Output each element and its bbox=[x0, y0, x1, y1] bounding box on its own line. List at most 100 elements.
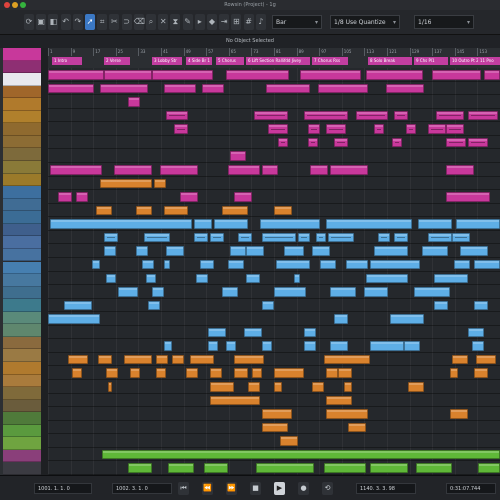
track-header[interactable] bbox=[3, 223, 41, 237]
audio-event[interactable] bbox=[152, 70, 213, 80]
midi-part[interactable] bbox=[446, 137, 466, 148]
marker-event[interactable]: 9 Chs Pl1 bbox=[414, 57, 448, 65]
audio-event[interactable] bbox=[274, 287, 306, 297]
audio-event[interactable] bbox=[348, 422, 366, 433]
midi-part[interactable] bbox=[298, 232, 310, 243]
marker-event[interactable]: 3 Lobby Str bbox=[152, 57, 182, 65]
track-header[interactable] bbox=[3, 324, 41, 337]
track-header[interactable] bbox=[3, 399, 41, 413]
midi-part[interactable] bbox=[452, 232, 470, 243]
midi-part[interactable] bbox=[394, 232, 408, 243]
track-header[interactable] bbox=[3, 349, 41, 362]
midi-part[interactable] bbox=[268, 124, 288, 134]
audio-event[interactable] bbox=[230, 246, 246, 256]
audio-event[interactable] bbox=[210, 395, 260, 406]
rewind-button[interactable]: ⏪ bbox=[202, 482, 213, 495]
track-header[interactable] bbox=[3, 148, 41, 162]
audio-event[interactable] bbox=[262, 422, 288, 433]
audio-event[interactable] bbox=[478, 463, 500, 473]
track-header[interactable] bbox=[3, 424, 41, 438]
track-header[interactable] bbox=[3, 161, 41, 174]
audio-event[interactable] bbox=[446, 164, 474, 175]
play-button[interactable]: ▶ bbox=[274, 482, 285, 495]
audio-event[interactable] bbox=[456, 219, 500, 229]
midi-part[interactable] bbox=[328, 232, 354, 243]
midi-part[interactable] bbox=[394, 110, 408, 121]
track-header[interactable] bbox=[3, 85, 41, 99]
track-header[interactable] bbox=[3, 274, 41, 287]
audio-event[interactable] bbox=[234, 354, 264, 365]
audio-event[interactable] bbox=[370, 341, 404, 351]
object-select-tool[interactable]: ➚ bbox=[85, 14, 95, 30]
audio-event[interactable] bbox=[476, 354, 496, 365]
midi-part[interactable] bbox=[428, 124, 446, 134]
track-header[interactable] bbox=[3, 60, 41, 74]
audio-event[interactable] bbox=[164, 205, 188, 216]
audio-event[interactable] bbox=[370, 463, 408, 473]
audio-event[interactable] bbox=[434, 273, 468, 284]
audio-event[interactable] bbox=[106, 273, 116, 284]
track-header[interactable] bbox=[3, 336, 41, 350]
track-header[interactable] bbox=[3, 110, 41, 124]
audio-event[interactable] bbox=[318, 83, 368, 94]
audio-event[interactable] bbox=[366, 273, 408, 284]
track-header[interactable] bbox=[3, 135, 41, 149]
audio-event[interactable] bbox=[190, 354, 214, 365]
audio-event[interactable] bbox=[146, 273, 156, 284]
grid-type-select[interactable]: Bar ▾ bbox=[272, 15, 322, 29]
audio-event[interactable] bbox=[312, 246, 330, 256]
audio-event[interactable] bbox=[186, 368, 198, 379]
track-header[interactable] bbox=[3, 186, 41, 199]
grid-toggle[interactable]: # bbox=[243, 14, 254, 30]
audio-event[interactable] bbox=[180, 192, 198, 202]
audio-event[interactable] bbox=[320, 259, 336, 270]
audio-event[interactable] bbox=[118, 287, 138, 297]
track-header[interactable] bbox=[3, 437, 41, 450]
split-tool[interactable]: ✂ bbox=[109, 14, 120, 30]
track-list[interactable] bbox=[3, 48, 42, 475]
audio-event[interactable] bbox=[472, 341, 484, 351]
track-header[interactable] bbox=[3, 299, 41, 312]
track-header[interactable] bbox=[3, 311, 41, 325]
audio-event[interactable] bbox=[344, 382, 352, 392]
audio-event[interactable] bbox=[48, 83, 94, 94]
track-header[interactable] bbox=[3, 286, 41, 300]
audio-event[interactable] bbox=[450, 409, 468, 419]
audio-event[interactable] bbox=[330, 341, 348, 351]
midi-part[interactable] bbox=[194, 232, 208, 243]
audio-event[interactable] bbox=[234, 368, 248, 379]
audio-event[interactable] bbox=[114, 164, 152, 175]
audio-event[interactable] bbox=[262, 300, 274, 311]
left-locator-display[interactable]: 1001. 1. 1. 0 bbox=[34, 483, 92, 494]
audio-event[interactable] bbox=[72, 368, 82, 379]
audio-event[interactable] bbox=[330, 164, 368, 175]
erase-tool[interactable]: ⌫ bbox=[133, 14, 145, 30]
inspector-toggle[interactable]: ▣ bbox=[36, 14, 47, 30]
audio-event[interactable] bbox=[244, 327, 262, 338]
audio-event[interactable] bbox=[96, 205, 112, 216]
audio-event[interactable] bbox=[304, 341, 316, 351]
midi-part[interactable] bbox=[316, 232, 326, 243]
audio-event[interactable] bbox=[230, 151, 246, 161]
audio-event[interactable] bbox=[304, 327, 316, 338]
audio-event[interactable] bbox=[312, 382, 324, 392]
audio-event[interactable] bbox=[210, 382, 234, 392]
audio-event[interactable] bbox=[148, 300, 160, 311]
audio-event[interactable] bbox=[422, 246, 448, 256]
midi-part[interactable] bbox=[166, 110, 188, 121]
track-header[interactable] bbox=[3, 412, 41, 425]
midi-part[interactable] bbox=[374, 124, 384, 134]
audio-event[interactable] bbox=[128, 97, 140, 107]
stop-button[interactable]: ■ bbox=[250, 482, 261, 495]
audio-event[interactable] bbox=[252, 368, 262, 379]
audio-event[interactable] bbox=[414, 287, 450, 297]
audio-event[interactable] bbox=[226, 70, 289, 80]
midi-part[interactable] bbox=[254, 110, 288, 121]
audio-event[interactable] bbox=[262, 409, 292, 419]
audio-event[interactable] bbox=[208, 327, 226, 338]
midi-part[interactable] bbox=[210, 232, 224, 243]
marker-event[interactable]: 11 Pno bbox=[478, 57, 500, 65]
midi-part[interactable] bbox=[356, 110, 388, 121]
audio-event[interactable] bbox=[338, 368, 352, 379]
midi-part[interactable] bbox=[468, 137, 488, 148]
